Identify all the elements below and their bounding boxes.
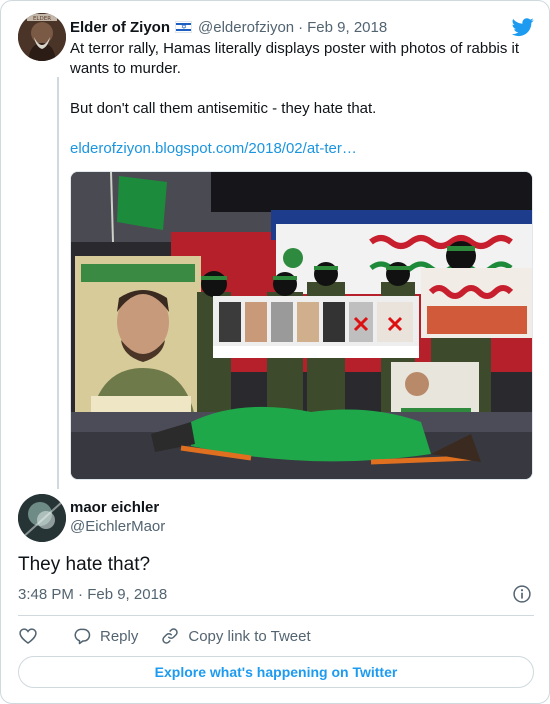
parent-tweet-photo[interactable]: [70, 171, 533, 480]
parent-text-line-2: But don't call them antisemitic - they h…: [70, 100, 377, 117]
thread-connector-line: [57, 77, 59, 489]
link-icon: [162, 628, 179, 644]
reply-timestamp[interactable]: 3:48 PM · Feb 9, 2018: [18, 585, 167, 605]
reply-author-name[interactable]: maor eichler: [70, 498, 159, 518]
tweet-embed-card: ELDER Elder of Ziyon ✡ @elderofziyon · F…: [0, 0, 550, 704]
parent-author-name[interactable]: Elder of Ziyon: [70, 19, 170, 36]
parent-text-line-1: At terror rally, Hamas literally display…: [70, 40, 520, 77]
reply-label: Reply: [100, 627, 139, 645]
like-button[interactable]: [18, 626, 38, 646]
israel-flag-icon: ✡: [175, 21, 193, 33]
copy-link-button[interactable]: Copy link to Tweet: [160, 626, 311, 646]
parent-tweet-header: Elder of Ziyon ✡ @elderofziyon · Feb 9, …: [70, 17, 387, 37]
info-icon[interactable]: [512, 584, 532, 604]
heart-icon: [19, 628, 37, 645]
parent-author-handle[interactable]: @elderofziyon: [198, 19, 294, 36]
reply-bubble-icon: [74, 628, 91, 645]
reply-author-avatar[interactable]: [18, 494, 66, 542]
reply-button[interactable]: Reply: [72, 626, 138, 646]
explore-twitter-button[interactable]: Explore what's happening on Twitter: [18, 656, 534, 688]
parent-tweet-link[interactable]: elderofziyon.blogspot.com/2018/02/at-ter…: [70, 140, 357, 157]
parent-tweet-text: At terror rally, Hamas literally display…: [70, 39, 530, 159]
parent-author-avatar[interactable]: ELDER: [18, 13, 66, 61]
action-divider: [18, 615, 534, 616]
parent-tweet-date[interactable]: Feb 9, 2018: [307, 19, 387, 36]
reply-tweet-text: They hate that?: [18, 554, 151, 575]
twitter-bird-icon[interactable]: [511, 16, 535, 38]
tweet-action-bar: Reply Copy link to Tweet: [18, 625, 311, 647]
avatar-badge-text: ELDER: [33, 16, 51, 22]
copy-link-label: Copy link to Tweet: [188, 627, 311, 645]
reply-author-handle[interactable]: @EichlerMaor: [70, 517, 165, 537]
header-separator: ·: [298, 18, 304, 36]
